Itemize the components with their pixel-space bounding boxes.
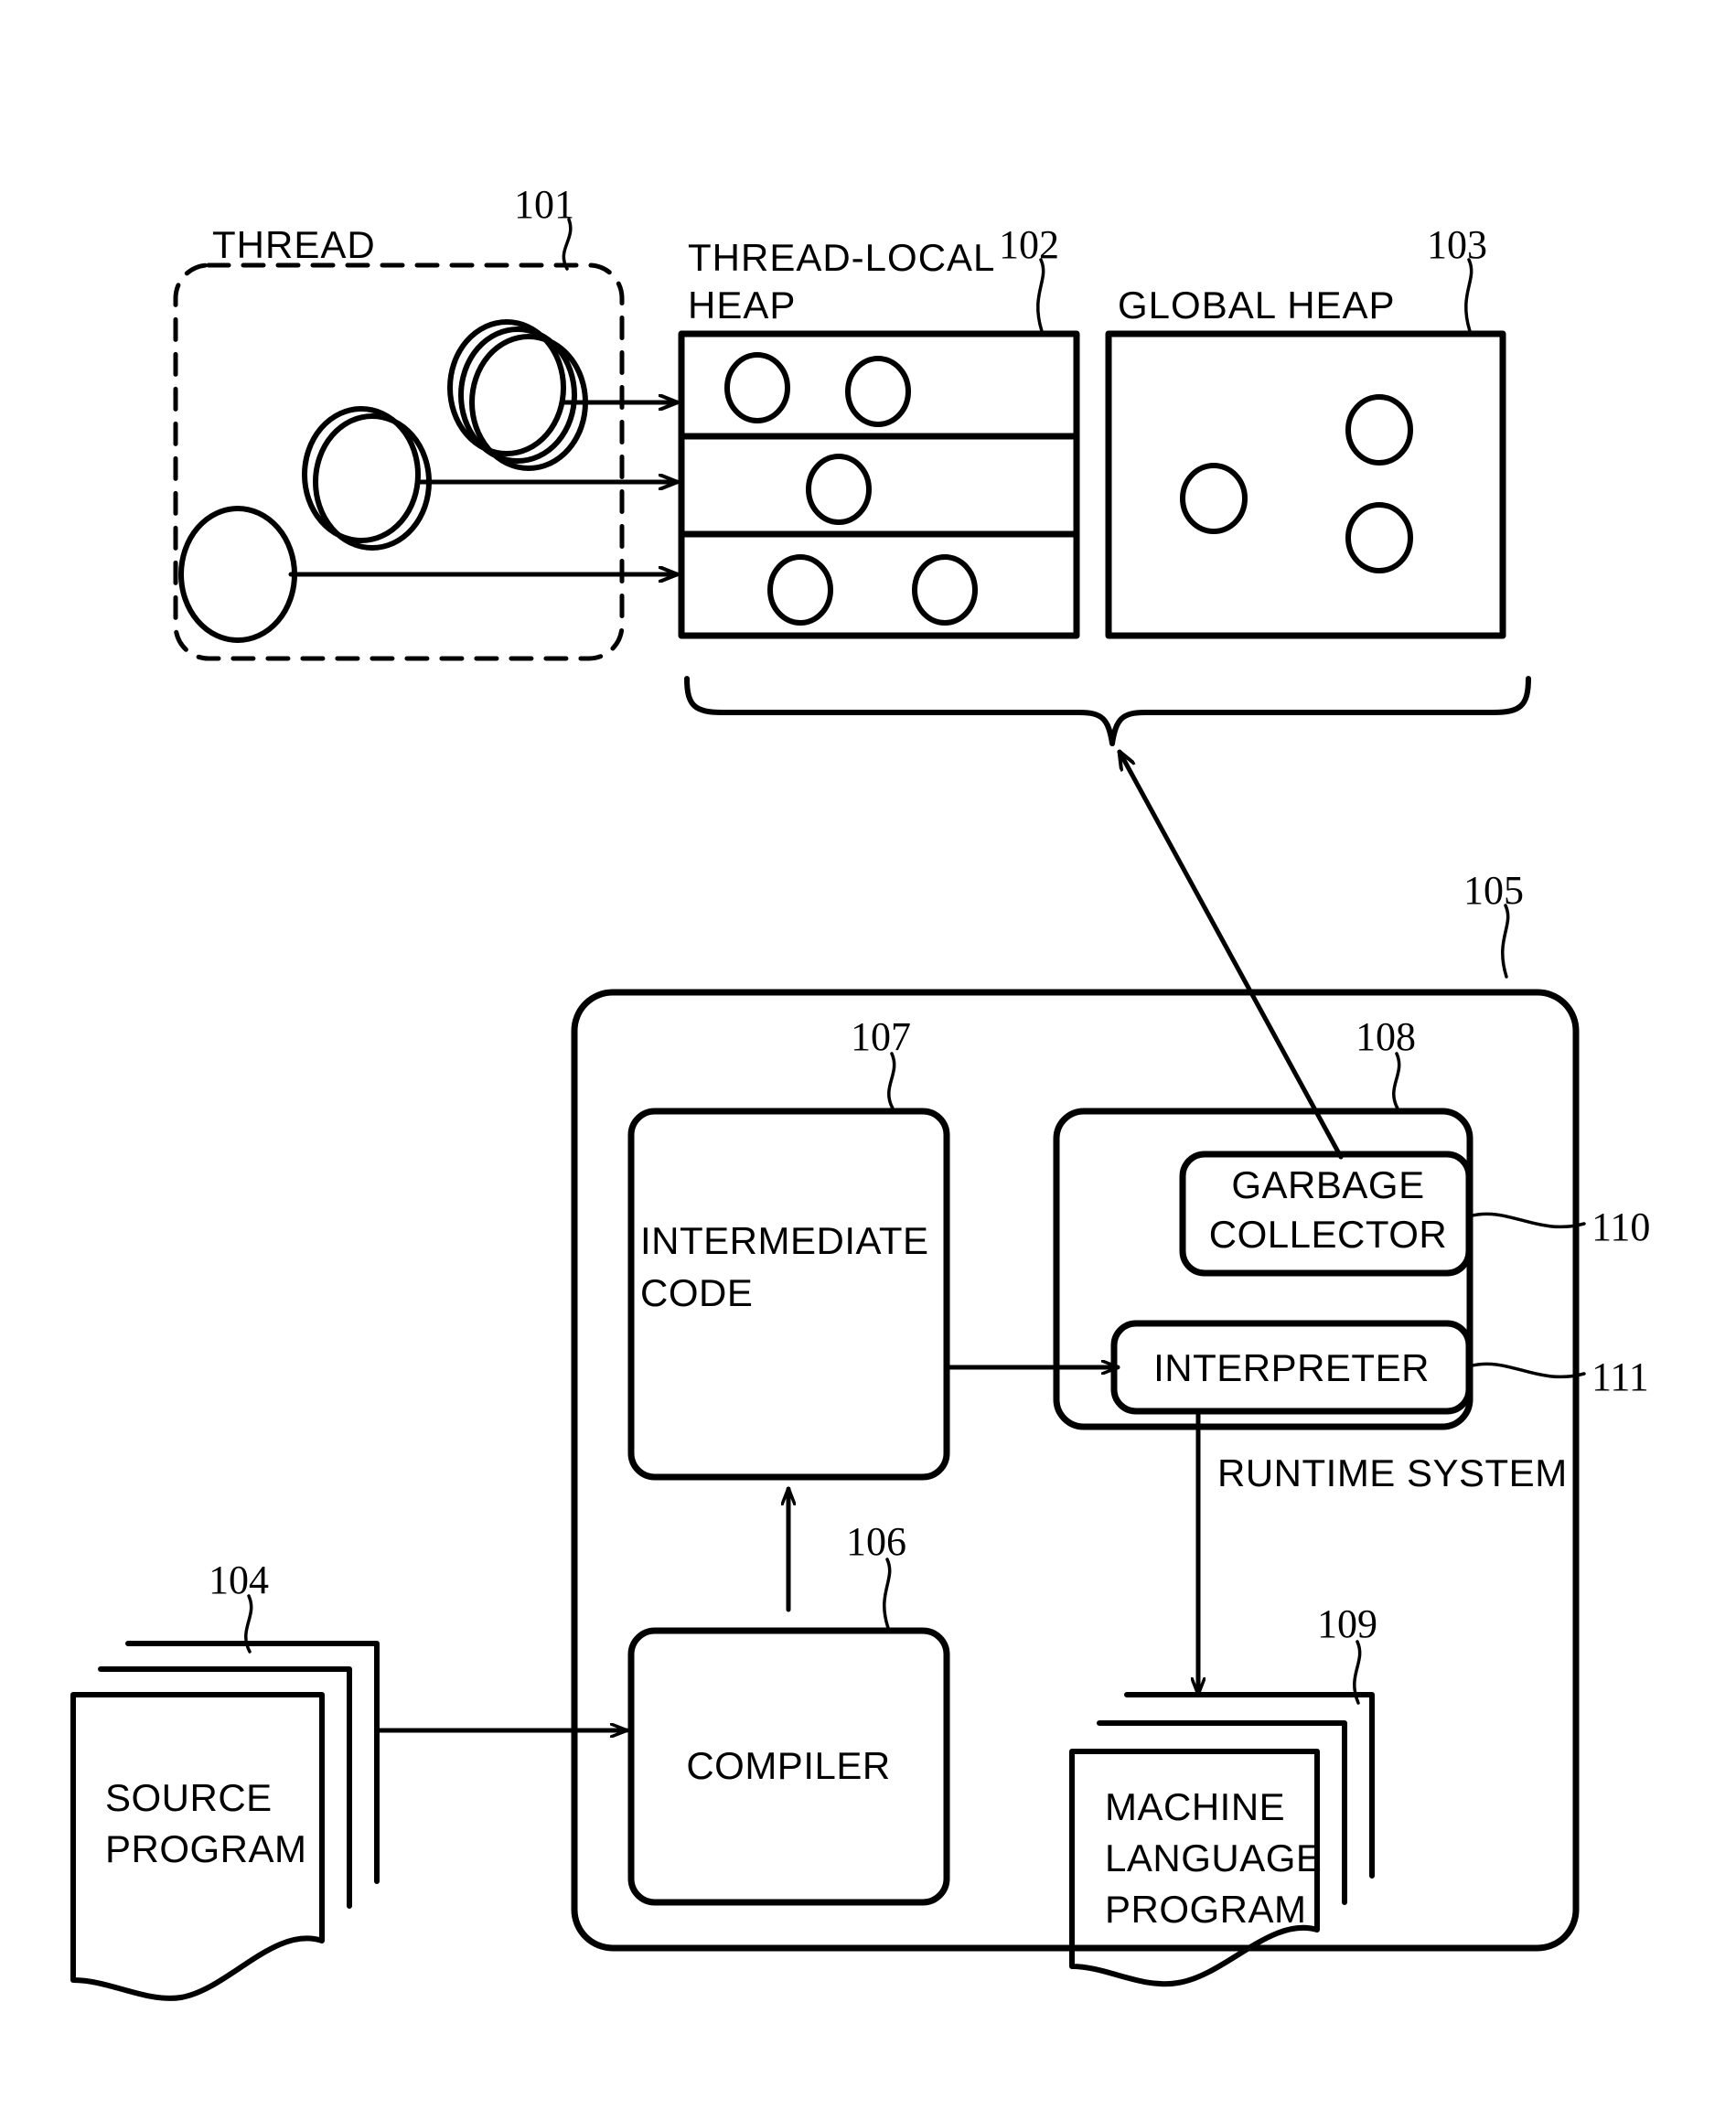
leader-line-111 (1467, 1362, 1586, 1379)
global-heap-box (1105, 330, 1506, 639)
label-garbage-collector-line1: GARBAGE (1231, 1163, 1424, 1206)
thread-group (173, 218, 680, 661)
arrow-gc-to-heaps (1117, 752, 1344, 1160)
heap-object (1345, 394, 1413, 466)
label-runtime-system: RUNTIME SYSTEM (1217, 1451, 1568, 1494)
label-mlp-line1: MACHINE (1105, 1785, 1285, 1828)
leader-line-107 (887, 1052, 896, 1110)
heap-object (912, 554, 978, 626)
heaps-brace-group (684, 676, 1531, 1160)
label-mlp-line3: PROGRAM (1105, 1888, 1307, 1931)
label-garbage-collector-line2: COLLECTOR (1209, 1213, 1447, 1256)
heap-object (806, 454, 872, 525)
leader-line-110 (1467, 1212, 1586, 1229)
label-thread-local-heap-line2: HEAP (688, 284, 796, 327)
patent-figure-canvas: THREAD THREAD-LOCAL HEAP GLOBAL HEAP INT… (0, 0, 1736, 2120)
leader-line-105 (1501, 904, 1510, 979)
thread-circle-stack-middle (302, 406, 432, 551)
ref-numeral-109: 109 (1317, 1601, 1377, 1646)
label-source-program-line2: PROGRAM (105, 1827, 307, 1870)
label-thread: THREAD (212, 223, 376, 266)
thread-local-heap-box (678, 330, 1080, 639)
label-intermediate-code-line1: INTERMEDIATE (640, 1219, 929, 1262)
ref-numeral-103: 103 (1427, 222, 1487, 267)
heap-object (1345, 502, 1413, 573)
label-mlp-line2: LANGUAGE (1105, 1836, 1322, 1879)
label-thread-local-heap-line1: THREAD-LOCAL (688, 236, 995, 279)
figure-drawing: THREAD THREAD-LOCAL HEAP GLOBAL HEAP INT… (70, 182, 1650, 2001)
label-intermediate-code-line2: CODE (640, 1271, 753, 1314)
heap-object (767, 554, 833, 626)
thread-circle-stack-bottom (178, 506, 297, 643)
heap-object (845, 356, 911, 427)
label-compiler: COMPILER (686, 1744, 890, 1787)
label-interpreter: INTERPRETER (1153, 1346, 1430, 1389)
ref-numeral-104: 104 (209, 1558, 269, 1602)
ref-numeral-102: 102 (999, 222, 1059, 267)
ref-numeral-105: 105 (1463, 868, 1524, 913)
heap-object (724, 352, 790, 423)
label-global-heap: GLOBAL HEAP (1118, 284, 1396, 327)
label-source-program-line1: SOURCE (105, 1776, 273, 1819)
leader-line-106 (883, 1558, 892, 1630)
ref-numeral-111: 111 (1591, 1354, 1649, 1399)
brace-connector (684, 676, 1531, 746)
ref-numeral-110: 110 (1591, 1205, 1650, 1249)
leader-line-108 (1392, 1052, 1401, 1110)
ref-numeral-106: 106 (846, 1519, 906, 1564)
leader-line-101 (562, 218, 573, 271)
thread-circle-stack-top (447, 319, 588, 471)
ref-numeral-108: 108 (1356, 1014, 1416, 1059)
leader-line-102 (1036, 258, 1045, 333)
ref-numeral-107: 107 (851, 1014, 911, 1059)
ref-numeral-101: 101 (514, 182, 574, 227)
heap-object (1180, 463, 1248, 534)
leader-line-103 (1464, 258, 1473, 333)
